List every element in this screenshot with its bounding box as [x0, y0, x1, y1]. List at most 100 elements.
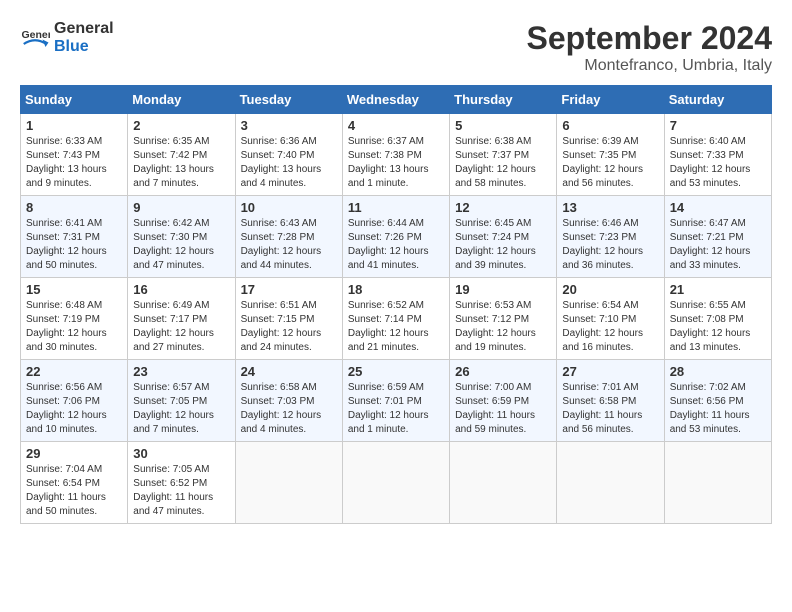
column-header-thursday: Thursday: [450, 86, 557, 114]
calendar-cell: 13 Sunrise: 6:46 AM Sunset: 7:23 PM Dayl…: [557, 196, 664, 278]
day-number: 7: [670, 118, 766, 133]
day-number: 16: [133, 282, 229, 297]
calendar-cell: 28 Sunrise: 7:02 AM Sunset: 6:56 PM Dayl…: [664, 360, 771, 442]
day-info: Sunrise: 6:49 AM Sunset: 7:17 PM Dayligh…: [133, 299, 229, 355]
day-info: Sunrise: 6:35 AM Sunset: 7:42 PM Dayligh…: [133, 135, 229, 191]
calendar-cell: 9 Sunrise: 6:42 AM Sunset: 7:30 PM Dayli…: [128, 196, 235, 278]
calendar-week-1: 1 Sunrise: 6:33 AM Sunset: 7:43 PM Dayli…: [21, 114, 772, 196]
page-header: General General Blue September 2024 Mont…: [20, 20, 772, 75]
day-info: Sunrise: 6:43 AM Sunset: 7:28 PM Dayligh…: [241, 217, 337, 273]
calendar-cell: 15 Sunrise: 6:48 AM Sunset: 7:19 PM Dayl…: [21, 278, 128, 360]
day-info: Sunrise: 7:01 AM Sunset: 6:58 PM Dayligh…: [562, 381, 658, 437]
calendar-cell: 19 Sunrise: 6:53 AM Sunset: 7:12 PM Dayl…: [450, 278, 557, 360]
calendar-week-5: 29 Sunrise: 7:04 AM Sunset: 6:54 PM Dayl…: [21, 442, 772, 524]
day-number: 13: [562, 200, 658, 215]
day-number: 24: [241, 364, 337, 379]
day-info: Sunrise: 6:55 AM Sunset: 7:08 PM Dayligh…: [670, 299, 766, 355]
day-info: Sunrise: 6:37 AM Sunset: 7:38 PM Dayligh…: [348, 135, 444, 191]
calendar-cell: 22 Sunrise: 6:56 AM Sunset: 7:06 PM Dayl…: [21, 360, 128, 442]
calendar-cell: [450, 442, 557, 524]
day-info: Sunrise: 7:04 AM Sunset: 6:54 PM Dayligh…: [26, 463, 122, 519]
day-number: 21: [670, 282, 766, 297]
month-title: September 2024: [527, 20, 772, 57]
calendar-week-4: 22 Sunrise: 6:56 AM Sunset: 7:06 PM Dayl…: [21, 360, 772, 442]
calendar-cell: 17 Sunrise: 6:51 AM Sunset: 7:15 PM Dayl…: [235, 278, 342, 360]
calendar-cell: 27 Sunrise: 7:01 AM Sunset: 6:58 PM Dayl…: [557, 360, 664, 442]
day-number: 4: [348, 118, 444, 133]
calendar-cell: 5 Sunrise: 6:38 AM Sunset: 7:37 PM Dayli…: [450, 114, 557, 196]
day-number: 11: [348, 200, 444, 215]
calendar-cell: [342, 442, 449, 524]
day-info: Sunrise: 6:53 AM Sunset: 7:12 PM Dayligh…: [455, 299, 551, 355]
calendar-cell: 30 Sunrise: 7:05 AM Sunset: 6:52 PM Dayl…: [128, 442, 235, 524]
calendar-week-3: 15 Sunrise: 6:48 AM Sunset: 7:19 PM Dayl…: [21, 278, 772, 360]
calendar-header-row: SundayMondayTuesdayWednesdayThursdayFrid…: [21, 86, 772, 114]
column-header-sunday: Sunday: [21, 86, 128, 114]
day-info: Sunrise: 6:42 AM Sunset: 7:30 PM Dayligh…: [133, 217, 229, 273]
day-number: 22: [26, 364, 122, 379]
day-info: Sunrise: 6:58 AM Sunset: 7:03 PM Dayligh…: [241, 381, 337, 437]
day-number: 1: [26, 118, 122, 133]
day-info: Sunrise: 6:46 AM Sunset: 7:23 PM Dayligh…: [562, 217, 658, 273]
day-number: 26: [455, 364, 551, 379]
day-number: 3: [241, 118, 337, 133]
day-number: 30: [133, 446, 229, 461]
logo-icon: General: [20, 23, 50, 53]
day-number: 19: [455, 282, 551, 297]
day-number: 6: [562, 118, 658, 133]
logo-blue: Blue: [54, 38, 114, 56]
day-number: 18: [348, 282, 444, 297]
calendar-cell: 20 Sunrise: 6:54 AM Sunset: 7:10 PM Dayl…: [557, 278, 664, 360]
day-info: Sunrise: 6:33 AM Sunset: 7:43 PM Dayligh…: [26, 135, 122, 191]
calendar-week-2: 8 Sunrise: 6:41 AM Sunset: 7:31 PM Dayli…: [21, 196, 772, 278]
day-info: Sunrise: 6:44 AM Sunset: 7:26 PM Dayligh…: [348, 217, 444, 273]
calendar-cell: 25 Sunrise: 6:59 AM Sunset: 7:01 PM Dayl…: [342, 360, 449, 442]
calendar-cell: 21 Sunrise: 6:55 AM Sunset: 7:08 PM Dayl…: [664, 278, 771, 360]
calendar-cell: 16 Sunrise: 6:49 AM Sunset: 7:17 PM Dayl…: [128, 278, 235, 360]
column-header-saturday: Saturday: [664, 86, 771, 114]
day-number: 2: [133, 118, 229, 133]
day-number: 5: [455, 118, 551, 133]
day-info: Sunrise: 6:39 AM Sunset: 7:35 PM Dayligh…: [562, 135, 658, 191]
calendar-cell: 10 Sunrise: 6:43 AM Sunset: 7:28 PM Dayl…: [235, 196, 342, 278]
day-info: Sunrise: 6:48 AM Sunset: 7:19 PM Dayligh…: [26, 299, 122, 355]
logo-general: General: [54, 20, 114, 38]
column-header-wednesday: Wednesday: [342, 86, 449, 114]
day-number: 8: [26, 200, 122, 215]
day-number: 15: [26, 282, 122, 297]
calendar-cell: 29 Sunrise: 7:04 AM Sunset: 6:54 PM Dayl…: [21, 442, 128, 524]
day-info: Sunrise: 6:38 AM Sunset: 7:37 PM Dayligh…: [455, 135, 551, 191]
day-info: Sunrise: 7:00 AM Sunset: 6:59 PM Dayligh…: [455, 381, 551, 437]
day-number: 29: [26, 446, 122, 461]
calendar-cell: 2 Sunrise: 6:35 AM Sunset: 7:42 PM Dayli…: [128, 114, 235, 196]
calendar-cell: 8 Sunrise: 6:41 AM Sunset: 7:31 PM Dayli…: [21, 196, 128, 278]
day-number: 10: [241, 200, 337, 215]
column-header-tuesday: Tuesday: [235, 86, 342, 114]
calendar-cell: [557, 442, 664, 524]
day-info: Sunrise: 6:52 AM Sunset: 7:14 PM Dayligh…: [348, 299, 444, 355]
day-number: 12: [455, 200, 551, 215]
day-number: 25: [348, 364, 444, 379]
calendar-cell: 6 Sunrise: 6:39 AM Sunset: 7:35 PM Dayli…: [557, 114, 664, 196]
column-header-friday: Friday: [557, 86, 664, 114]
day-info: Sunrise: 6:59 AM Sunset: 7:01 PM Dayligh…: [348, 381, 444, 437]
calendar-cell: 1 Sunrise: 6:33 AM Sunset: 7:43 PM Dayli…: [21, 114, 128, 196]
calendar-cell: [664, 442, 771, 524]
day-info: Sunrise: 6:51 AM Sunset: 7:15 PM Dayligh…: [241, 299, 337, 355]
day-number: 14: [670, 200, 766, 215]
calendar-cell: 24 Sunrise: 6:58 AM Sunset: 7:03 PM Dayl…: [235, 360, 342, 442]
day-info: Sunrise: 6:56 AM Sunset: 7:06 PM Dayligh…: [26, 381, 122, 437]
calendar-cell: 18 Sunrise: 6:52 AM Sunset: 7:14 PM Dayl…: [342, 278, 449, 360]
calendar-cell: 7 Sunrise: 6:40 AM Sunset: 7:33 PM Dayli…: [664, 114, 771, 196]
calendar-cell: 23 Sunrise: 6:57 AM Sunset: 7:05 PM Dayl…: [128, 360, 235, 442]
day-number: 17: [241, 282, 337, 297]
location-title: Montefranco, Umbria, Italy: [527, 57, 772, 75]
day-info: Sunrise: 6:57 AM Sunset: 7:05 PM Dayligh…: [133, 381, 229, 437]
title-area: September 2024 Montefranco, Umbria, Ital…: [527, 20, 772, 75]
calendar-cell: 3 Sunrise: 6:36 AM Sunset: 7:40 PM Dayli…: [235, 114, 342, 196]
calendar-cell: [235, 442, 342, 524]
day-number: 28: [670, 364, 766, 379]
day-number: 27: [562, 364, 658, 379]
day-info: Sunrise: 6:47 AM Sunset: 7:21 PM Dayligh…: [670, 217, 766, 273]
column-header-monday: Monday: [128, 86, 235, 114]
